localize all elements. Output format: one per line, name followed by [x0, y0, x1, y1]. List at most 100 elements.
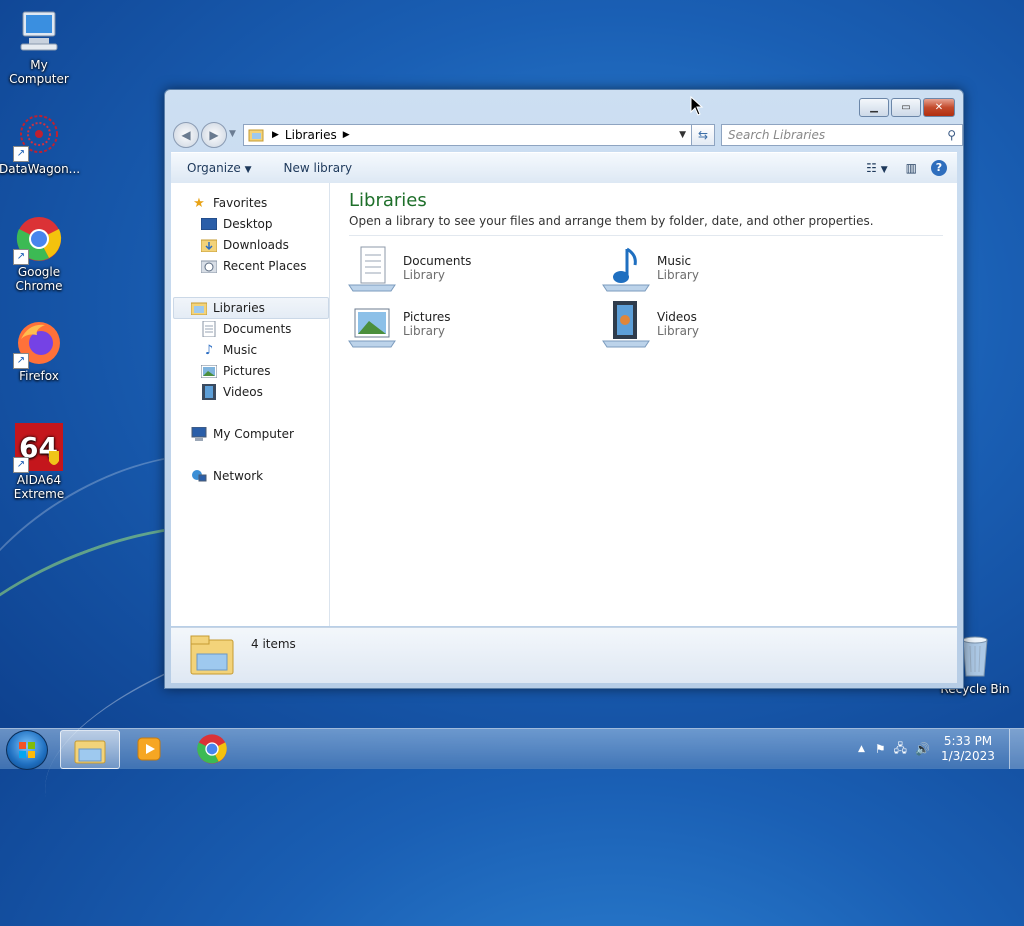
desktop-icon-chrome[interactable]: ↗ Google Chrome	[0, 215, 79, 293]
star-icon: ★	[193, 195, 205, 211]
media-player-icon	[137, 737, 161, 760]
command-bar: Organize ▼ New library ☷ ▼ ▥ ?	[171, 152, 957, 184]
search-box[interactable]: Search Libraries ⚲	[721, 124, 963, 146]
title-bar-controls: ▁ ▭ ✕	[857, 98, 955, 117]
desktop-icon-label: My Computer	[9, 58, 69, 86]
show-desktop-button[interactable]	[1009, 729, 1024, 769]
nav-label: My Computer	[213, 427, 294, 441]
desktop-icon-datawagon[interactable]: ↗ DataWagon...	[0, 112, 80, 176]
library-name: Music	[657, 254, 692, 268]
library-name: Documents	[403, 254, 472, 268]
recent-pages-dropdown[interactable]: ▼	[229, 129, 236, 139]
forward-button[interactable]: ▶	[201, 122, 227, 148]
documents-library-icon	[347, 245, 397, 293]
library-type: Library	[657, 324, 699, 338]
maximize-icon: ▭	[901, 102, 911, 113]
nav-item-my-computer[interactable]: My Computer	[191, 424, 294, 444]
nav-item-network[interactable]: Network	[191, 466, 263, 486]
explorer-window[interactable]: ▁ ▭ ✕ ◀ ▶ ▼ ▶ Libraries ▶ ▼ ⇆ Search Lib…	[164, 89, 964, 689]
computer-icon	[191, 426, 207, 442]
shortcut-arrow-icon: ↗	[13, 146, 29, 162]
library-videos[interactable]: Videos Library	[601, 301, 699, 349]
navigation-bar: ◀ ▶ ▼ ▶ Libraries ▶ ▼ ⇆ Search Libraries…	[173, 122, 963, 148]
nav-item-desktop[interactable]: Desktop	[201, 214, 273, 234]
nav-item-documents[interactable]: Documents	[201, 319, 291, 339]
nav-item-downloads[interactable]: Downloads	[201, 235, 289, 255]
nav-label: Documents	[223, 322, 292, 336]
search-icon[interactable]: ⚲	[947, 128, 956, 142]
address-dropdown-icon[interactable]: ▼	[679, 130, 686, 140]
view-list-icon: ☷	[866, 161, 877, 175]
clock-date: 1/3/2023	[941, 749, 995, 763]
nav-label: Pictures	[223, 364, 271, 378]
nav-item-recent-places[interactable]: Recent Places	[201, 256, 306, 276]
libraries-folder-icon	[189, 632, 237, 681]
new-library-button[interactable]: New library	[268, 161, 369, 175]
library-documents[interactable]: Documents Library	[347, 245, 471, 293]
show-hidden-icons-button[interactable]: ▲	[858, 744, 865, 754]
nav-item-videos[interactable]: Videos	[201, 382, 263, 402]
nav-label: Videos	[223, 385, 263, 399]
minimize-button[interactable]: ▁	[859, 98, 889, 117]
recent-places-icon	[201, 258, 217, 274]
libraries-icon	[191, 300, 207, 316]
breadcrumb-libraries[interactable]: Libraries	[285, 128, 337, 142]
back-arrow-icon: ◀	[181, 128, 191, 142]
taskbar-chrome-button[interactable]	[183, 730, 241, 767]
taskbar-media-player-button[interactable]	[120, 730, 178, 767]
nav-item-music[interactable]: ♪ Music	[201, 340, 257, 360]
chevron-down-icon: ▼	[880, 165, 888, 175]
close-icon: ✕	[934, 102, 944, 113]
preview-pane-button[interactable]: ▥	[896, 161, 927, 175]
search-input[interactable]: Search Libraries	[722, 128, 947, 142]
library-pictures[interactable]: Pictures Library	[347, 301, 451, 349]
desktop-icon-label: AIDA64 Extreme	[13, 473, 65, 501]
nav-item-favorites[interactable]: ★ Favorites	[191, 193, 267, 213]
nav-label: Recent Places	[223, 259, 307, 273]
action-center-flag-icon[interactable]: ⚑	[875, 742, 886, 756]
libraries-folder-icon	[248, 129, 264, 142]
help-button[interactable]: ?	[927, 160, 957, 176]
taskbar: ▲ ⚑ 🖧 🔊 5:33 PM 1/3/2023	[0, 728, 1024, 770]
clock[interactable]: 5:33 PM 1/3/2023	[938, 734, 998, 764]
network-status-icon[interactable]: 🖧	[894, 739, 907, 760]
nav-label: Libraries	[213, 301, 265, 315]
start-button[interactable]	[6, 730, 48, 770]
nav-label: Favorites	[213, 196, 268, 210]
library-name: Videos	[657, 310, 697, 324]
downloads-folder-icon	[201, 237, 217, 253]
taskbar-explorer-button[interactable]	[60, 730, 120, 769]
page-title: Libraries	[349, 190, 427, 211]
music-icon: ♪	[204, 342, 214, 358]
library-type: Library	[403, 324, 445, 338]
volume-icon[interactable]: 🔊	[915, 742, 930, 756]
shortcut-arrow-icon: ↗	[13, 353, 29, 369]
content-area: ★ Favorites Desktop Downloads Recent Plac…	[171, 183, 957, 626]
divider	[349, 235, 943, 236]
organize-label: Organize	[187, 161, 241, 175]
desktop-icon	[201, 216, 217, 232]
address-bar[interactable]: ▶ Libraries ▶ ▼	[243, 124, 707, 146]
close-button[interactable]: ✕	[923, 98, 955, 117]
refresh-button[interactable]: ⇆	[691, 124, 715, 146]
library-music[interactable]: Music Library	[601, 245, 699, 293]
documents-icon	[201, 321, 217, 337]
change-view-button[interactable]: ☷ ▼	[858, 161, 896, 175]
desktop-icon-firefox[interactable]: ↗ Firefox	[0, 319, 79, 383]
breadcrumb-separator-icon: ▶	[272, 130, 279, 140]
nav-item-pictures[interactable]: Pictures	[201, 361, 271, 381]
chevron-down-icon: ▼	[244, 165, 252, 175]
navigation-pane: ★ Favorites Desktop Downloads Recent Plac…	[171, 183, 330, 626]
nav-item-libraries[interactable]: Libraries	[191, 298, 265, 318]
desktop-icon-my-computer[interactable]: My Computer	[0, 8, 79, 86]
network-icon	[191, 468, 207, 484]
forward-arrow-icon: ▶	[209, 128, 219, 142]
maximize-button[interactable]: ▭	[891, 98, 921, 117]
breadcrumb-separator-icon[interactable]: ▶	[343, 130, 350, 140]
back-button[interactable]: ◀	[173, 122, 199, 148]
desktop-icon-aida64[interactable]: 64 ↗ AIDA64 Extreme	[0, 423, 79, 501]
system-tray: ▲ ⚑ 🖧 🔊	[858, 729, 930, 769]
shortcut-arrow-icon: ↗	[13, 249, 29, 265]
organize-button[interactable]: Organize ▼	[171, 161, 268, 175]
pictures-icon	[201, 363, 217, 379]
